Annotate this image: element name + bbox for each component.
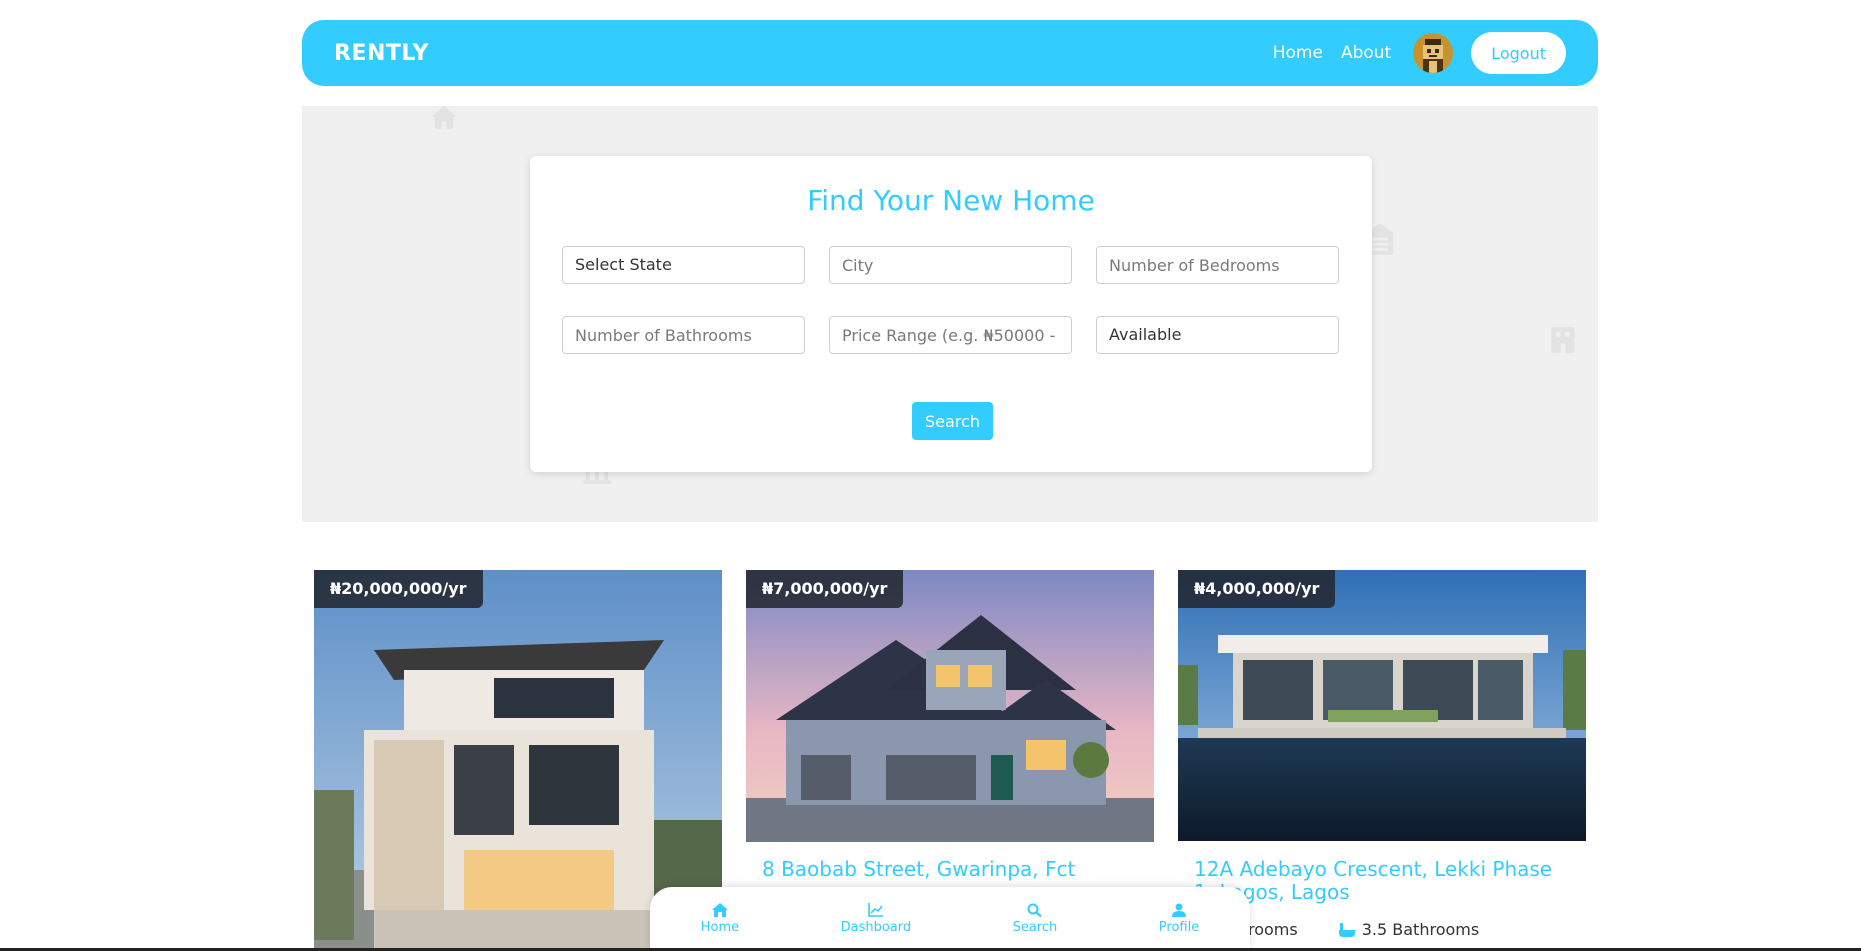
- listing-address[interactable]: 8 Baobab Street, Gwarinpa, Fct: [762, 858, 1142, 881]
- listing-meta: edrooms 3.5 Bathrooms: [1228, 920, 1479, 939]
- bottom-nav-dashboard[interactable]: Dashboard: [840, 903, 912, 935]
- city-input[interactable]: [829, 246, 1072, 284]
- home-icon: [711, 903, 728, 917]
- listing-address[interactable]: 12A Adebayo Crescent, Lekki Phase 1, Lag…: [1194, 858, 1574, 904]
- search-card: Find Your New Home Select State Availabl…: [530, 156, 1372, 472]
- nav-link-about[interactable]: About: [1341, 43, 1391, 63]
- suburban-house-image: [746, 570, 1154, 842]
- bathrooms-text: 3.5 Bathrooms: [1361, 920, 1480, 939]
- chart-icon: [868, 903, 883, 917]
- search-icon: [1027, 903, 1042, 917]
- avatar[interactable]: [1413, 33, 1454, 73]
- hero-section: Find Your New Home Select State Availabl…: [302, 105, 1598, 522]
- pixel-avatar-icon: [1413, 33, 1454, 73]
- availability-select[interactable]: Available: [1096, 316, 1339, 354]
- house-decor-icon: [431, 105, 457, 129]
- top-navbar: RENTLY Home About Logout: [302, 20, 1598, 86]
- price-range-input[interactable]: [829, 316, 1072, 354]
- price-badge: ₦4,000,000/yr: [1178, 570, 1336, 608]
- nav-link-home[interactable]: Home: [1273, 43, 1323, 63]
- listing-photo[interactable]: [746, 570, 1154, 842]
- price-badge: ₦20,000,000/yr: [314, 570, 483, 608]
- bottom-nav-label: Dashboard: [840, 920, 912, 935]
- listing-photo[interactable]: [1178, 570, 1586, 841]
- pool-villa-image: [1178, 570, 1586, 841]
- bottom-nav-search[interactable]: Search: [1012, 903, 1058, 935]
- state-select[interactable]: Select State: [562, 246, 805, 284]
- bathrooms-input[interactable]: [562, 316, 805, 354]
- bottom-nav-profile[interactable]: Profile: [1159, 903, 1199, 935]
- bottom-nav: Home Dashboard Search Profile: [650, 887, 1250, 951]
- bottom-nav-label: Profile: [1158, 920, 1200, 935]
- logout-button[interactable]: Logout: [1471, 32, 1566, 74]
- brand-logo[interactable]: RENTLY: [334, 41, 429, 66]
- building-decor-icon: [1551, 327, 1575, 353]
- bathtub-icon: [1338, 922, 1355, 937]
- nav-links: Home About Logout: [1255, 32, 1566, 74]
- bottom-nav-home[interactable]: Home: [701, 903, 739, 935]
- bottom-nav-label: Search: [1012, 920, 1058, 935]
- search-title: Find Your New Home: [807, 184, 1095, 217]
- bedrooms-input[interactable]: [1096, 246, 1339, 284]
- bathrooms-info: 3.5 Bathrooms: [1338, 920, 1479, 939]
- user-icon: [1171, 903, 1186, 917]
- search-button[interactable]: Search: [912, 402, 993, 440]
- bottom-nav-label: Home: [700, 920, 740, 935]
- price-badge: ₦7,000,000/yr: [746, 570, 904, 608]
